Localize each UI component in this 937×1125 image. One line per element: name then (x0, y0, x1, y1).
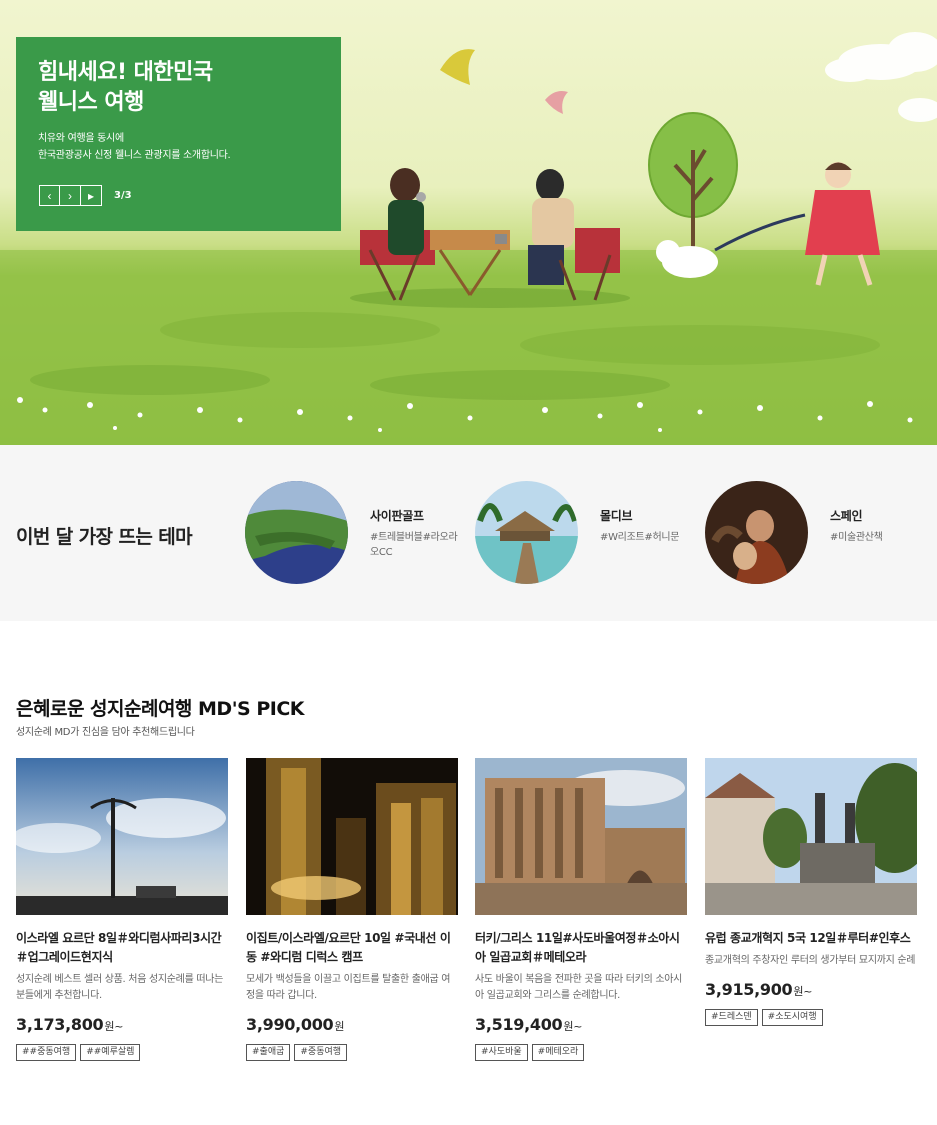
product-tags: #출애굽 #중동여행 (246, 1044, 458, 1061)
price-unit: 원~ (563, 1020, 583, 1033)
prev-slide-button[interactable]: ‹ (39, 185, 60, 206)
hero-slider-controls: ‹ › ▸ 3/3 (39, 185, 132, 206)
theme-tags: #트레블버블#라오라오CC (370, 532, 458, 558)
hero-title-line2: 웰니스 여행 (38, 90, 144, 115)
theme-name: 사이판골프 (370, 509, 424, 523)
hero-desc-line2: 한국관광공사 신정 웰니스 관광지를 소개합니다. (38, 150, 231, 161)
product-image[interactable] (475, 758, 687, 915)
product-card-turkey-greece[interactable]: 터키/그리스 11일#사도바울여정＃소아시아 일곱교회＃메테오라 사도 바울이 … (475, 758, 687, 1061)
hero-title-line1: 힘내세요! 대한민국 (38, 60, 213, 85)
tag-chip[interactable]: #드레스덴 (705, 1009, 758, 1026)
product-description: 종교개혁의 주창자인 루터의 생가부터 묘지까지 순례 (705, 955, 916, 966)
md-pick-title: 은혜로운 성지순례여행 MD'S PICK (16, 698, 305, 720)
play-slide-button[interactable]: ▸ (81, 185, 102, 206)
product-description: 사도 바울이 복음을 전파한 곳을 따라 터키의 소아시아 일곱교회와 그리스를… (475, 974, 683, 1001)
play-icon: ▸ (87, 188, 95, 203)
next-slide-button[interactable]: › (60, 185, 81, 206)
product-image[interactable] (16, 758, 228, 915)
hero-banner[interactable]: 힘내세요! 대한민국 웰니스 여행 치유와 여행을 동시에 한국관광공사 신정 … (0, 0, 937, 445)
product-description: 모세가 백성들을 이끌고 이집트를 탈출한 출애굽 여정을 따라 갑니다. (246, 974, 451, 1001)
tag-chip[interactable]: #출애굽 (246, 1044, 291, 1061)
trending-themes-section: 이번 달 가장 뜨는 테마 사이판골프 #트레블버블#라오라오CC 몰디브 #W… (0, 445, 937, 621)
tag-chip[interactable]: #메테오라 (531, 1044, 585, 1061)
themes-title: 이번 달 가장 뜨는 테마 (16, 526, 193, 548)
product-price: 3,915,900원~ (705, 980, 917, 999)
price-unit: 원~ (104, 1020, 124, 1033)
product-price: 3,990,000원 (246, 1015, 458, 1034)
hero-description: 치유와 여행을 동시에 한국관광공사 신정 웰니스 관광지를 소개합니다. (38, 130, 319, 164)
product-tags: #드레스덴 #소도시여행 (705, 1009, 917, 1026)
theme-item-spain[interactable]: 스페인 #미술관산책 (705, 481, 920, 584)
product-tags: ##중동여행 ##예루살렘 (16, 1044, 228, 1061)
product-price: 3,519,400원~ (475, 1015, 687, 1034)
product-image[interactable] (246, 758, 458, 915)
theme-image-saipan-golf (245, 481, 348, 584)
slide-counter: 3/3 (114, 190, 132, 201)
price-value: 3,915,900 (705, 980, 793, 999)
hero-desc-line1: 치유와 여행을 동시에 (38, 133, 124, 144)
product-tags: #사도바울 #메테오라 (475, 1044, 687, 1061)
hero-caption-box: 힘내세요! 대한민국 웰니스 여행 치유와 여행을 동시에 한국관광공사 신정 … (16, 37, 341, 231)
price-value: 3,990,000 (246, 1015, 334, 1034)
chevron-left-icon: ‹ (47, 188, 52, 203)
tag-chip[interactable]: #사도바울 (475, 1044, 528, 1061)
product-image[interactable] (705, 758, 917, 915)
theme-item-maldives[interactable]: 몰디브 #W리조트#허니문 (475, 481, 690, 584)
product-name[interactable]: 유럽 종교개혁지 5국 12일＃루터#인후스 (705, 929, 917, 948)
tag-chip[interactable]: #소도시여행 (761, 1009, 823, 1026)
hero-title: 힘내세요! 대한민국 웰니스 여행 (38, 58, 319, 118)
price-value: 3,173,800 (16, 1015, 104, 1034)
tag-chip[interactable]: #중동여행 (294, 1044, 348, 1061)
tag-chip[interactable]: ##중동여행 (16, 1044, 77, 1061)
theme-image-spain (705, 481, 808, 584)
product-name[interactable]: 터키/그리스 11일#사도바울여정＃소아시아 일곱교회＃메테오라 (475, 929, 687, 967)
md-pick-subtitle: 성지순례 MD가 진심을 담아 추천해드립니다 (16, 727, 195, 738)
chevron-right-icon: › (68, 188, 72, 203)
tag-chip[interactable]: ##예루살렘 (80, 1044, 141, 1061)
product-card-europe-reformation[interactable]: 유럽 종교개혁지 5국 12일＃루터#인후스 종교개혁의 주창자인 루터의 생가… (705, 758, 917, 1026)
theme-image-maldives (475, 481, 578, 584)
theme-name: 몰디브 (600, 509, 633, 523)
price-value: 3,519,400 (475, 1015, 563, 1034)
product-name[interactable]: 이집트/이스라엘/요르단 10일 #국내선 이동 #와디럼 디럭스 캠프 (246, 929, 458, 967)
theme-name: 스페인 (830, 509, 863, 523)
theme-tags: #W리조트#허니문 (600, 532, 680, 543)
product-name[interactable]: 이스라엘 요르단 8일＃와디럼사파리3시간＃업그레이드현지식 (16, 929, 228, 967)
theme-tags: #미술관산책 (830, 532, 883, 543)
product-card-egypt-israel-jordan[interactable]: 이집트/이스라엘/요르단 10일 #국내선 이동 #와디럼 디럭스 캠프 모세가… (246, 758, 458, 1061)
product-card-israel-jordan[interactable]: 이스라엘 요르단 8일＃와디럼사파리3시간＃업그레이드현지식 성지순례 베스트 … (16, 758, 228, 1061)
product-price: 3,173,800원~ (16, 1015, 228, 1034)
price-unit: 원~ (793, 985, 813, 998)
theme-item-saipan-golf[interactable]: 사이판골프 #트레블버블#라오라오CC (245, 481, 460, 584)
product-description: 성지순례 베스트 셀러 상품. 처음 성지순례를 떠나는 분들에게 추천합니다. (16, 974, 224, 1001)
price-unit: 원 (334, 1020, 345, 1033)
